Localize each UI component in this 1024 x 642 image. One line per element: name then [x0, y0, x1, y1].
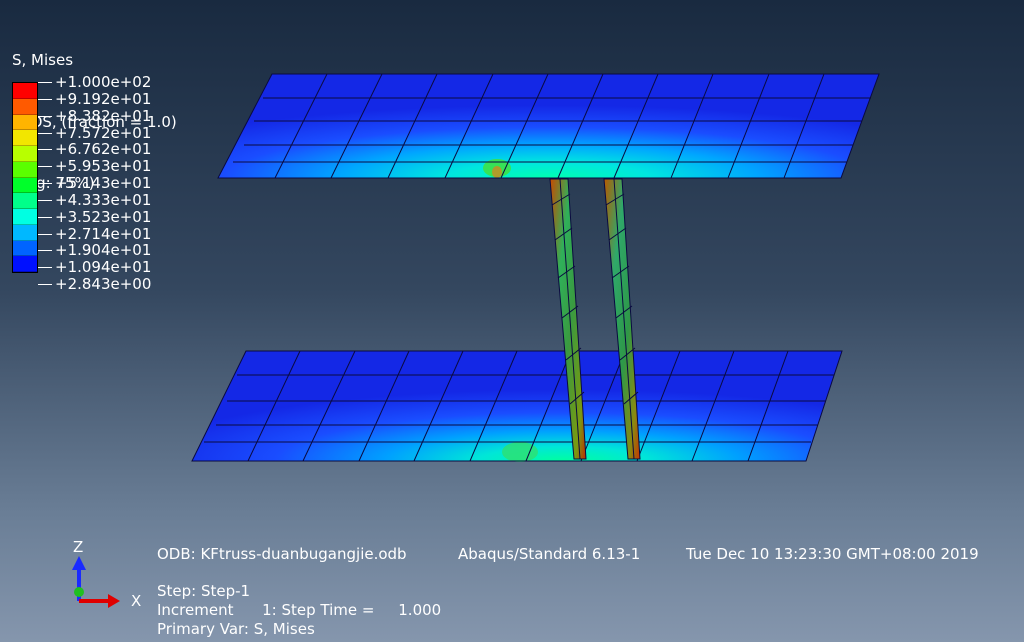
bottom-plate	[191, 350, 843, 462]
y-axis-dot	[74, 587, 84, 597]
solver-info: Abaqus/Standard 6.13-1	[458, 545, 641, 563]
primary-var-info: Primary Var: S, Mises	[157, 620, 315, 638]
odb-info: ODB: KFtruss-duanbugangjie.odb	[157, 545, 407, 563]
triad-z-label: Z	[73, 538, 83, 556]
step-info: Step: Step-1	[157, 582, 251, 600]
timestamp-info: Tue Dec 10 13:23:30 GMT+08:00 2019	[686, 545, 979, 563]
axis-triad: Z X	[72, 538, 141, 610]
triad-x-label: X	[131, 592, 141, 610]
increment-info: Increment 1: Step Time = 1.000	[157, 601, 442, 619]
top-plate	[217, 73, 880, 179]
